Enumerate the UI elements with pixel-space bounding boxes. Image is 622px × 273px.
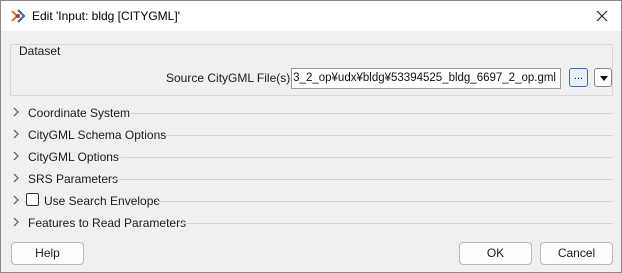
chevron-right-icon (13, 173, 19, 183)
dataset-group: Dataset Source CityGML File(s): 3_2_op¥u… (10, 44, 613, 96)
section-divider (157, 201, 613, 202)
chevron-right-icon (13, 217, 19, 227)
section-label: Coordinate System (28, 106, 131, 120)
chevron-right-icon (13, 151, 19, 161)
cancel-button[interactable]: Cancel (540, 242, 613, 265)
section-citygml-schema-options[interactable]: CityGML Schema Options (11, 126, 613, 144)
source-file-label: Source CityGML File(s): (166, 71, 294, 85)
section-divider (129, 113, 613, 114)
section-divider (179, 223, 613, 224)
help-button[interactable]: Help (11, 242, 84, 265)
section-divider (121, 157, 613, 158)
title-bar: Edit 'Input: bldg [CITYGML]' (1, 1, 621, 31)
section-citygml-options[interactable]: CityGML Options (11, 148, 613, 166)
source-file-input[interactable]: 3_2_op¥udx¥bldg¥53394525_bldg_6697_2_op.… (291, 68, 561, 89)
section-divider (111, 179, 613, 180)
section-coordinate-system[interactable]: Coordinate System (11, 104, 613, 122)
section-label: Use Search Envelope (44, 194, 161, 208)
section-label: Features to Read Parameters (28, 216, 187, 230)
source-file-value: 3_2_op¥udx¥bldg¥53394525_bldg_6697_2_op.… (293, 72, 556, 84)
section-srs-parameters[interactable]: SRS Parameters (11, 170, 613, 188)
chevron-right-icon (13, 195, 19, 205)
ok-button[interactable]: OK (459, 242, 532, 265)
use-search-envelope-checkbox[interactable] (26, 193, 39, 206)
edit-input-dialog: Edit 'Input: bldg [CITYGML]' Dataset Sou… (0, 0, 622, 273)
dataset-group-title: Dataset (19, 44, 61, 58)
fme-workbench-icon (11, 9, 26, 23)
chevron-right-icon (13, 107, 19, 117)
section-divider (165, 135, 613, 136)
section-label: CityGML Schema Options (28, 128, 167, 142)
chevron-right-icon (13, 129, 19, 139)
browse-button[interactable]: ... (569, 68, 588, 87)
close-icon[interactable] (593, 7, 611, 25)
source-options-dropdown-button[interactable] (594, 68, 612, 87)
section-features-to-read-parameters[interactable]: Features to Read Parameters (11, 214, 613, 232)
section-label: CityGML Options (28, 150, 119, 164)
section-label: SRS Parameters (28, 172, 119, 186)
window-title: Edit 'Input: bldg [CITYGML]' (32, 9, 180, 23)
section-use-search-envelope[interactable]: Use Search Envelope (11, 192, 613, 210)
